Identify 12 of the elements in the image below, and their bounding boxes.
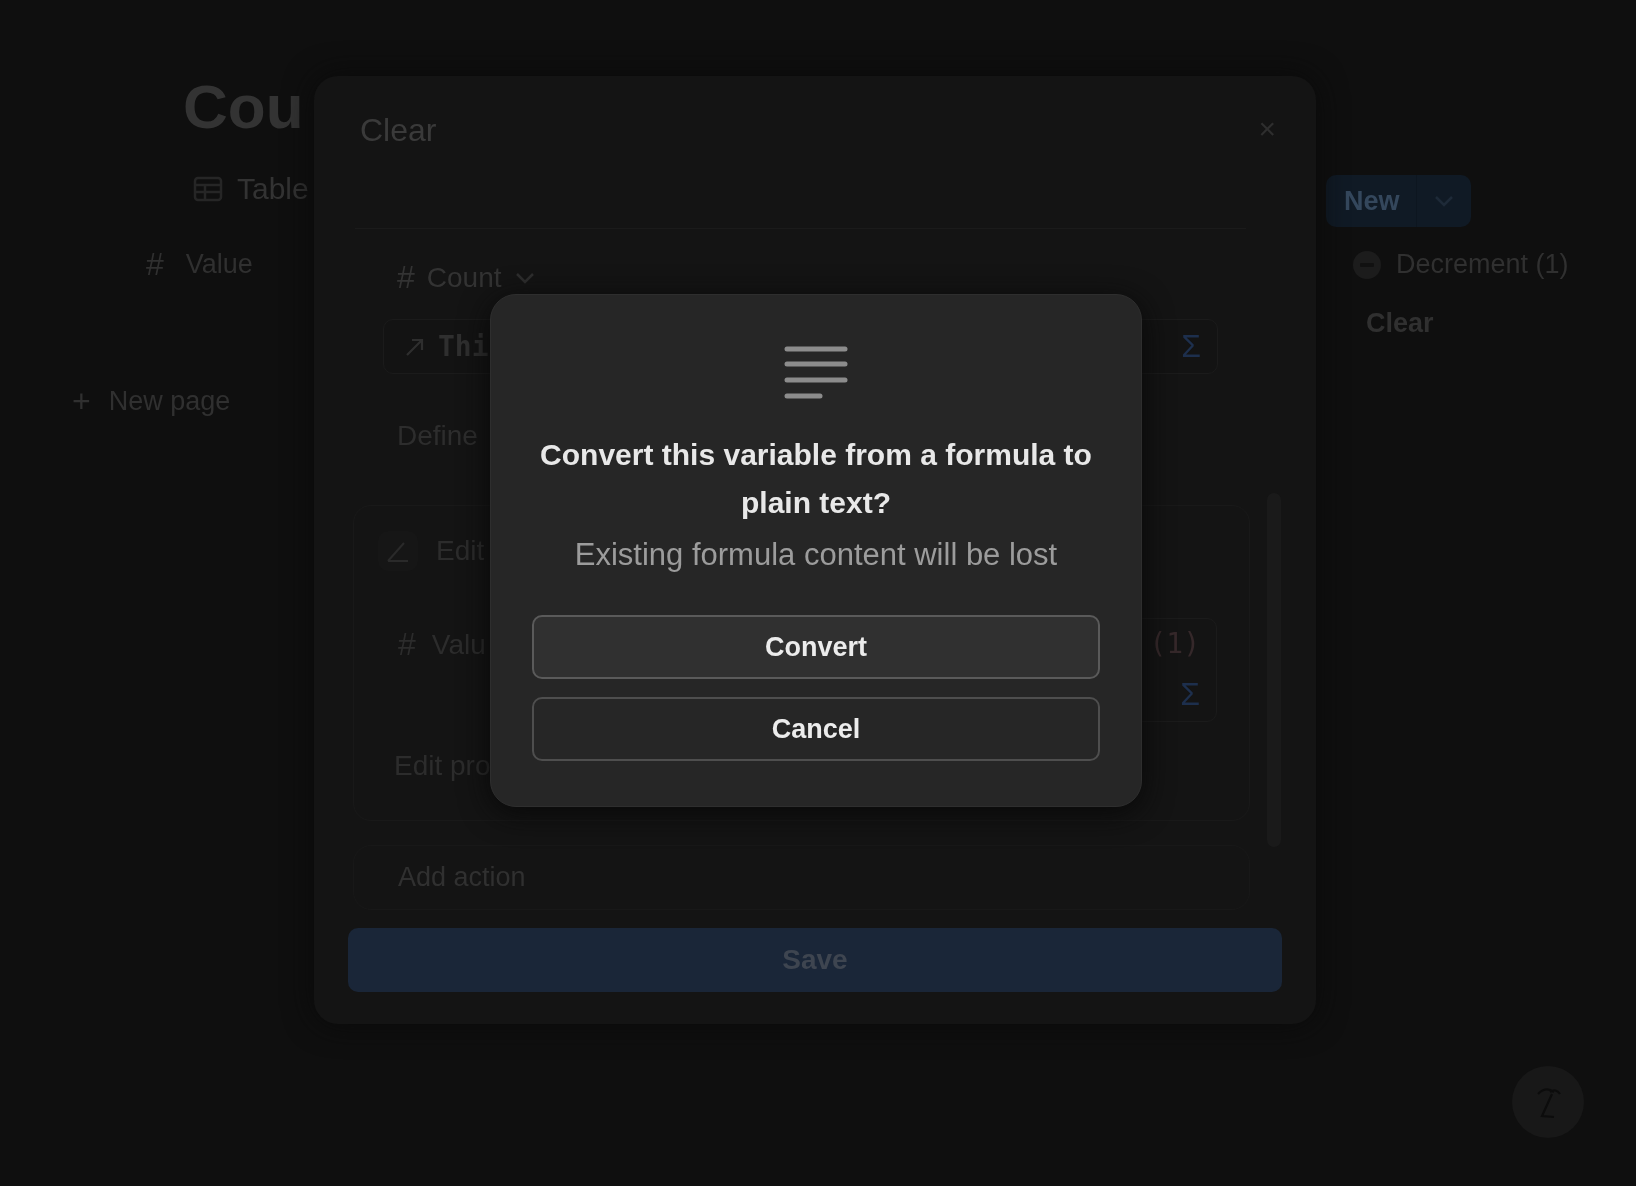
dialog-title: Convert this variable from a formula to plain text? — [539, 437, 1093, 521]
dialog-message: Existing formula content will be lost — [574, 537, 1058, 573]
table-icon — [193, 176, 223, 202]
chevron-icon — [513, 270, 536, 285]
hash-icon: # — [146, 246, 164, 283]
hash-icon: # — [398, 626, 416, 663]
text-lines-icon — [784, 345, 848, 401]
convert-button[interactable]: Convert — [532, 615, 1100, 679]
sigma-icon: Σ — [1181, 328, 1201, 365]
sigma-icon: Σ — [1180, 676, 1200, 713]
cancel-button[interactable]: Cancel — [532, 697, 1100, 761]
close-button[interactable]: × — [1258, 112, 1276, 146]
